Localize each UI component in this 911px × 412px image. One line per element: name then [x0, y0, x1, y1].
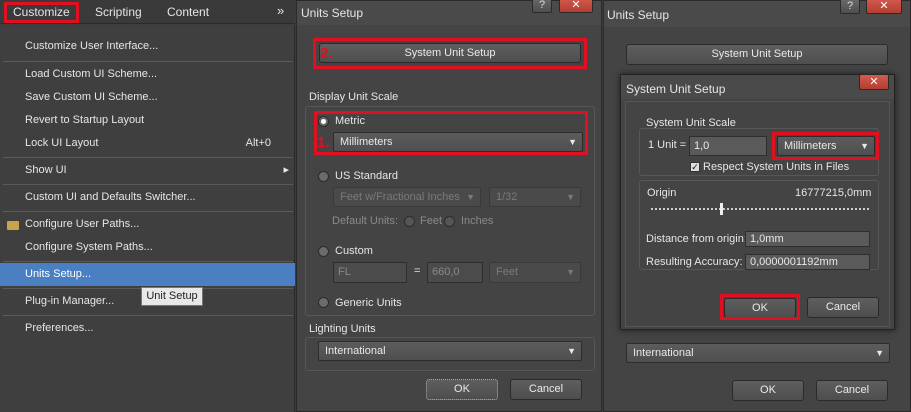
submenu-arrow-icon: ▸ [283, 164, 289, 176]
dialog-title: Units Setup [301, 6, 364, 20]
close-icon[interactable]: ✕ [859, 74, 889, 90]
metric-highlight [314, 111, 588, 155]
menu-separator [3, 261, 293, 262]
menu-item-revert-layout[interactable]: Revert to Startup Layout [0, 109, 295, 132]
chevron-down-icon: ▼ [875, 348, 884, 358]
menu-item-customize-ui[interactable]: Customize User Interface... [0, 35, 295, 58]
chevron-down-icon: ▼ [566, 192, 575, 202]
units-setup-back-titlebar: Units Setup ? ✕ [604, 0, 910, 27]
folder-icon [7, 221, 19, 230]
system-unit-setup-titlebar: System Unit Setup ✕ [621, 74, 894, 99]
resulting-accuracy-label: Resulting Accuracy: [646, 256, 743, 268]
lighting-units-dropdown[interactable]: International ▼ [318, 341, 582, 361]
shortcut-label: Alt+0 [245, 137, 271, 149]
us-fraction-dropdown[interactable]: 1/32 ▼ [489, 187, 581, 207]
menu-item-lock-ui[interactable]: Lock UI Layout Alt+0 [0, 132, 295, 155]
respect-units-label: Respect System Units in Files [703, 161, 850, 173]
lighting-units-dropdown[interactable]: International ▼ [626, 343, 890, 363]
origin-slider-thumb[interactable] [720, 203, 723, 215]
menu-separator [3, 61, 293, 62]
default-units-label: Default Units: [332, 215, 399, 227]
close-icon[interactable]: ✕ [866, 0, 902, 14]
menu-item-system-paths[interactable]: Configure System Paths... [0, 236, 295, 259]
generic-units-radio[interactable] [318, 297, 329, 308]
origin-value: 16777215,0mm [795, 187, 872, 199]
distance-from-origin-field[interactable]: 1,0mm [745, 231, 870, 247]
menu-item-units-setup[interactable]: Units Setup... [0, 263, 295, 286]
origin-label: Origin [647, 187, 677, 199]
custom-unit-dropdown[interactable]: Feet ▼ [489, 262, 581, 283]
custom-value-field[interactable]: 660,0 [427, 262, 483, 283]
chevron-down-icon: ▼ [566, 267, 575, 277]
units-setup-dialog: Units Setup ? ✕ System Unit Setup 2. Dis… [296, 0, 602, 412]
tooltip: Unit Setup [141, 287, 203, 306]
ok-highlight [720, 294, 800, 320]
system-unit-setup-highlight [313, 38, 587, 69]
chevron-down-icon: ▼ [466, 192, 475, 202]
step-2-label: 2. [320, 45, 333, 62]
cancel-button[interactable]: Cancel [807, 297, 879, 318]
menu-overflow-icon[interactable]: » [277, 3, 284, 18]
respect-units-checkbox[interactable]: ✓ [690, 162, 700, 172]
menu-separator [3, 157, 293, 158]
unit-type-highlight [772, 132, 879, 160]
us-units-value: Feet w/Fractional Inches [340, 191, 460, 203]
menu-separator [3, 315, 293, 316]
step-1-label: 1. [317, 134, 330, 151]
help-icon[interactable]: ? [840, 0, 860, 14]
us-units-dropdown[interactable]: Feet w/Fractional Inches ▼ [333, 187, 481, 207]
distance-from-origin-label: Distance from origin: [646, 233, 747, 245]
menu-item-save-scheme[interactable]: Save Custom UI Scheme... [0, 86, 295, 109]
cancel-button[interactable]: Cancel [510, 379, 582, 400]
customize-menu: Customize User Interface... Load Custom … [0, 25, 295, 412]
menu-item-user-paths[interactable]: Configure User Paths... [0, 213, 295, 236]
customize-highlight [4, 2, 79, 23]
units-setup-titlebar: Units Setup ? ✕ [297, 0, 601, 25]
units-setup-dialog-back: Units Setup ? ✕ System Unit Setup Intern… [603, 0, 911, 412]
menu-content[interactable]: Content [167, 5, 209, 19]
custom-label: Custom [335, 245, 373, 257]
origin-slider[interactable] [651, 208, 869, 210]
menu-separator [3, 211, 293, 212]
help-icon[interactable]: ? [532, 0, 552, 13]
unit-value-field[interactable]: 1,0 [689, 136, 767, 156]
feet-radio[interactable] [404, 216, 415, 227]
custom-unit-value: Feet [496, 266, 519, 278]
lighting-units-label: Lighting Units [309, 323, 376, 335]
feet-label: Feet [420, 215, 443, 227]
us-fraction-value: 1/32 [496, 191, 518, 203]
display-unit-scale-label: Display Unit Scale [309, 91, 399, 103]
inches-label: Inches [461, 215, 494, 227]
system-unit-setup-button[interactable]: System Unit Setup [626, 44, 888, 65]
custom-name-field[interactable]: FL [333, 262, 407, 283]
cancel-button[interactable]: Cancel [816, 380, 888, 401]
menu-item-show-ui[interactable]: Show UI ▸ [0, 159, 295, 182]
ok-button[interactable]: OK [732, 380, 804, 401]
us-standard-radio[interactable] [318, 171, 329, 182]
menu-item-ui-switcher[interactable]: Custom UI and Defaults Switcher... [0, 186, 295, 209]
menu-item-preferences[interactable]: Preferences... [0, 317, 295, 340]
dialog-title: System Unit Setup [626, 82, 726, 96]
lighting-units-value: International [325, 345, 386, 357]
equals-label: = [414, 265, 421, 277]
inches-radio[interactable] [444, 216, 455, 227]
us-standard-label: US Standard [335, 170, 398, 182]
one-unit-label: 1 Unit = [648, 139, 687, 151]
custom-radio[interactable] [318, 246, 329, 257]
close-icon[interactable]: ✕ [559, 0, 593, 13]
menu-item-load-scheme[interactable]: Load Custom UI Scheme... [0, 63, 295, 86]
generic-units-label: Generic Units [335, 297, 402, 309]
menu-separator [3, 184, 293, 185]
menu-scripting[interactable]: Scripting [95, 5, 142, 19]
lighting-units-value: International [633, 347, 694, 359]
ok-button[interactable]: OK [426, 379, 498, 400]
resulting-accuracy-field[interactable]: 0,0000001192mm [745, 254, 870, 270]
dialog-title: Units Setup [607, 8, 670, 22]
system-unit-setup-dialog: System Unit Setup ✕ System Unit Scale 1 … [620, 74, 895, 330]
chevron-down-icon: ▼ [567, 346, 576, 356]
